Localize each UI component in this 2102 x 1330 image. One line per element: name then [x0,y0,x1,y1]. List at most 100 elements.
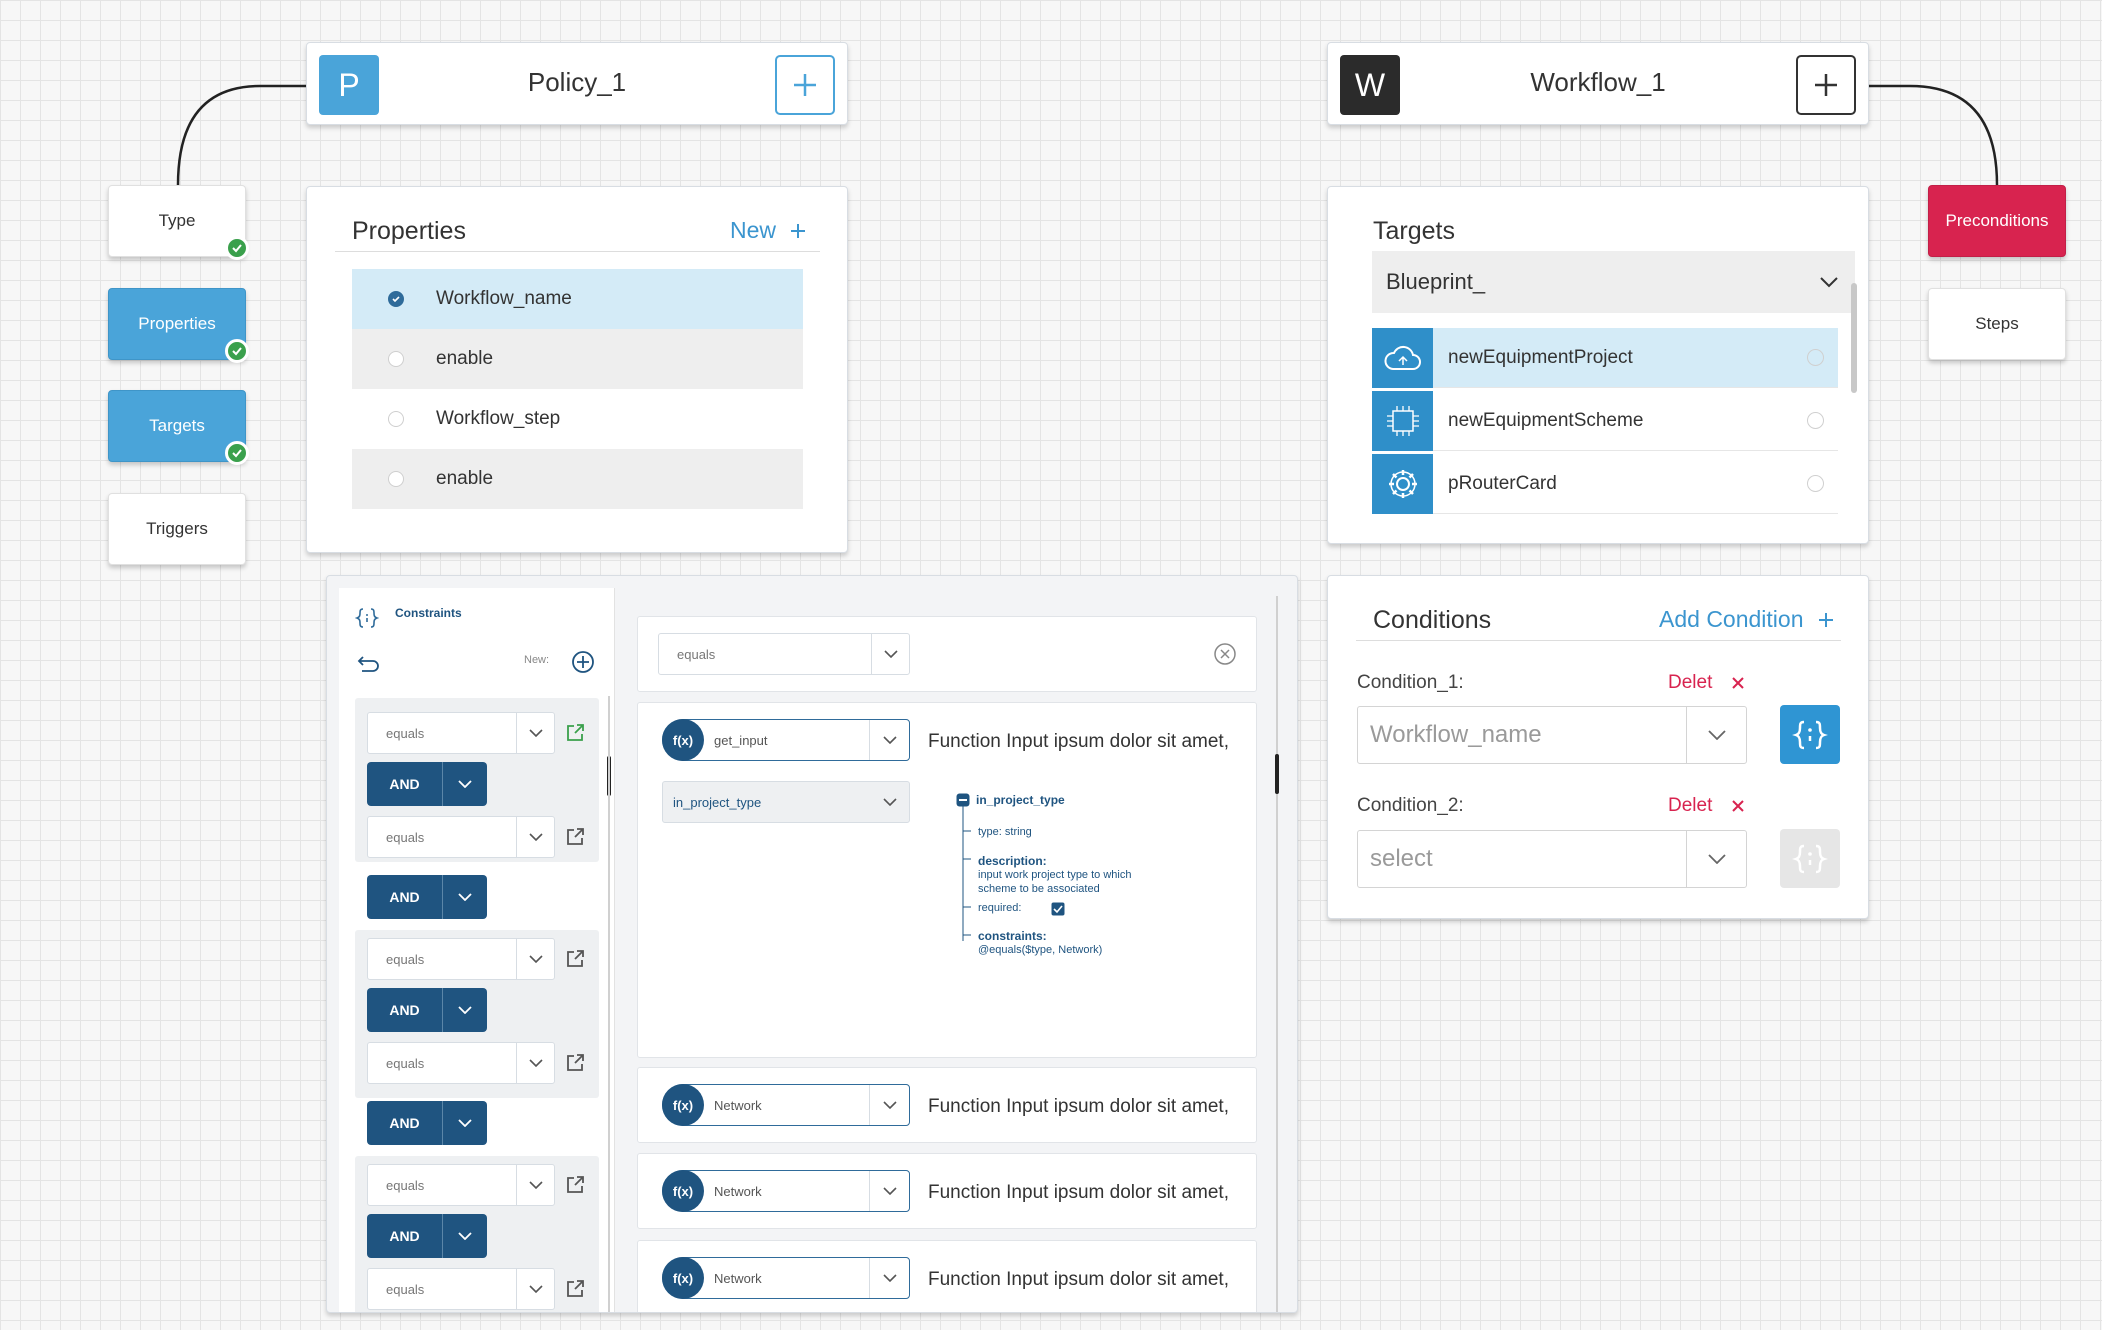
nav-targets[interactable]: Targets [108,390,249,465]
nav-triggers[interactable]: Triggers [108,493,246,565]
function-card: f(x) Network Function Input ipsum dolor … [637,1067,1257,1143]
property-label: enable [436,348,494,369]
and-operator-button[interactable]: AND [367,1101,487,1145]
chevron-down-icon [869,1085,909,1125]
braces-button-disabled[interactable] [1780,829,1840,888]
braces-button[interactable] [1780,705,1840,764]
condition-delete-button[interactable]: Delet [1668,672,1745,694]
operator-value: equals [386,951,425,967]
target-row[interactable]: newEquipmentProject [1372,327,1838,388]
nav-preconditions[interactable]: Preconditions [1928,185,2066,257]
operator-card: equals [637,616,1257,692]
radio[interactable] [388,411,404,427]
condition-delete-button[interactable]: Delet [1668,795,1745,817]
property-row[interactable]: Workflow_step [352,389,803,449]
chevron-down-icon [869,1258,909,1298]
input-select[interactable]: in_project_type [662,781,910,823]
radio-selected[interactable] [388,291,404,307]
plus-icon [1815,74,1837,96]
function-select[interactable]: f(x) Network [662,1170,910,1212]
workflow-header-card: W Workflow_1 [1327,42,1869,125]
function-select[interactable]: f(x) Network [662,1084,910,1126]
and-operator-button[interactable]: AND [367,988,487,1032]
add-condition-button[interactable]: Add Condition [1659,606,1834,633]
back-arrow-icon[interactable] [357,654,381,672]
condition-select[interactable]: Workflow_name [1357,706,1747,764]
property-label: Workflow_step [436,408,561,429]
nav-preconditions-label: Preconditions [1945,211,2049,230]
external-link-icon[interactable] [565,827,585,847]
operator-select[interactable]: equals [367,1268,555,1310]
target-row[interactable]: pRouterCard [1372,453,1838,514]
add-circle-icon[interactable] [571,650,595,674]
property-row[interactable]: Workflow_name [352,269,803,329]
collapse-icon[interactable] [956,793,970,807]
targets-card: Targets Blueprint_ newEquipmentProject n… [1327,186,1869,544]
properties-new-button[interactable]: New [730,217,806,244]
constraints-title: Constraints [395,606,462,620]
operator-value: equals [386,1177,425,1193]
blueprint-dropdown[interactable]: Blueprint_ [1372,251,1855,313]
required-checkbox[interactable] [1051,902,1065,916]
function-select[interactable]: f(x) get_input [662,719,910,761]
condition-select[interactable]: select [1357,830,1747,888]
function-description: Function Input ipsum dolor sit amet, [928,731,1229,752]
main-scrollbar[interactable] [1275,754,1279,794]
properties-new-label: New [730,217,777,243]
property-row[interactable]: enable [352,449,803,509]
radio[interactable] [388,471,404,487]
properties-divider [335,251,820,252]
chevron-down-icon [1686,831,1746,887]
function-select[interactable]: f(x) Network [662,1257,910,1299]
policy-header-card: P Policy_1 [306,42,848,125]
nav-properties[interactable]: Properties [108,288,249,363]
external-link-icon[interactable] [565,949,585,969]
and-operator-button[interactable]: AND [367,1214,487,1258]
cloud-icon [1372,327,1433,388]
chevron-down-icon [443,1214,487,1258]
function-value: Network [714,1097,762,1113]
operator-value: equals [386,725,425,741]
chevron-down-icon [443,988,487,1032]
radio[interactable] [1807,412,1824,429]
conditions-divider [1356,640,1841,641]
operator-value: equals [386,1281,425,1297]
function-value: Network [714,1270,762,1286]
operator-select[interactable]: equals [367,1042,555,1084]
nav-steps[interactable]: Steps [1928,288,2066,360]
targets-scrollbar[interactable] [1851,283,1857,393]
operator-value: equals [386,829,425,845]
plus-icon [791,223,806,238]
tree-description-text: input work project type to which [978,869,1132,881]
external-link-icon[interactable] [565,1279,585,1299]
and-operator-button[interactable]: AND [367,875,487,919]
constraints-new-label: New: [524,654,550,666]
operator-select[interactable]: equals [367,712,555,754]
braces-icon [1792,844,1828,873]
radio[interactable] [388,351,404,367]
property-row[interactable]: enable [352,329,803,389]
and-operator-button[interactable]: AND [367,762,487,806]
target-row[interactable]: newEquipmentScheme [1372,390,1838,451]
nav-type[interactable]: Type [108,185,249,260]
chevron-down-icon [869,720,909,760]
add-condition-label: Add Condition [1659,606,1804,632]
sidebar-scroll-track [608,696,610,1312]
external-link-icon[interactable] [565,723,585,743]
workflow-add-button[interactable] [1796,55,1856,115]
external-link-icon[interactable] [565,1053,585,1073]
nav-steps-label: Steps [1975,314,2019,333]
check-icon [225,441,249,465]
close-circle-icon[interactable] [1213,642,1237,666]
operator-select[interactable]: equals [367,1164,555,1206]
external-link-icon[interactable] [565,1175,585,1195]
targets-title: Targets [1373,217,1455,245]
chevron-down-icon [516,817,554,857]
operator-select[interactable]: equals [367,816,555,858]
radio[interactable] [1807,349,1824,366]
top-operator-select[interactable]: equals [658,633,910,675]
radio[interactable] [1807,475,1824,492]
function-badge: f(x) [662,1170,704,1212]
operator-select[interactable]: equals [367,938,555,980]
policy-add-button[interactable] [775,55,835,115]
